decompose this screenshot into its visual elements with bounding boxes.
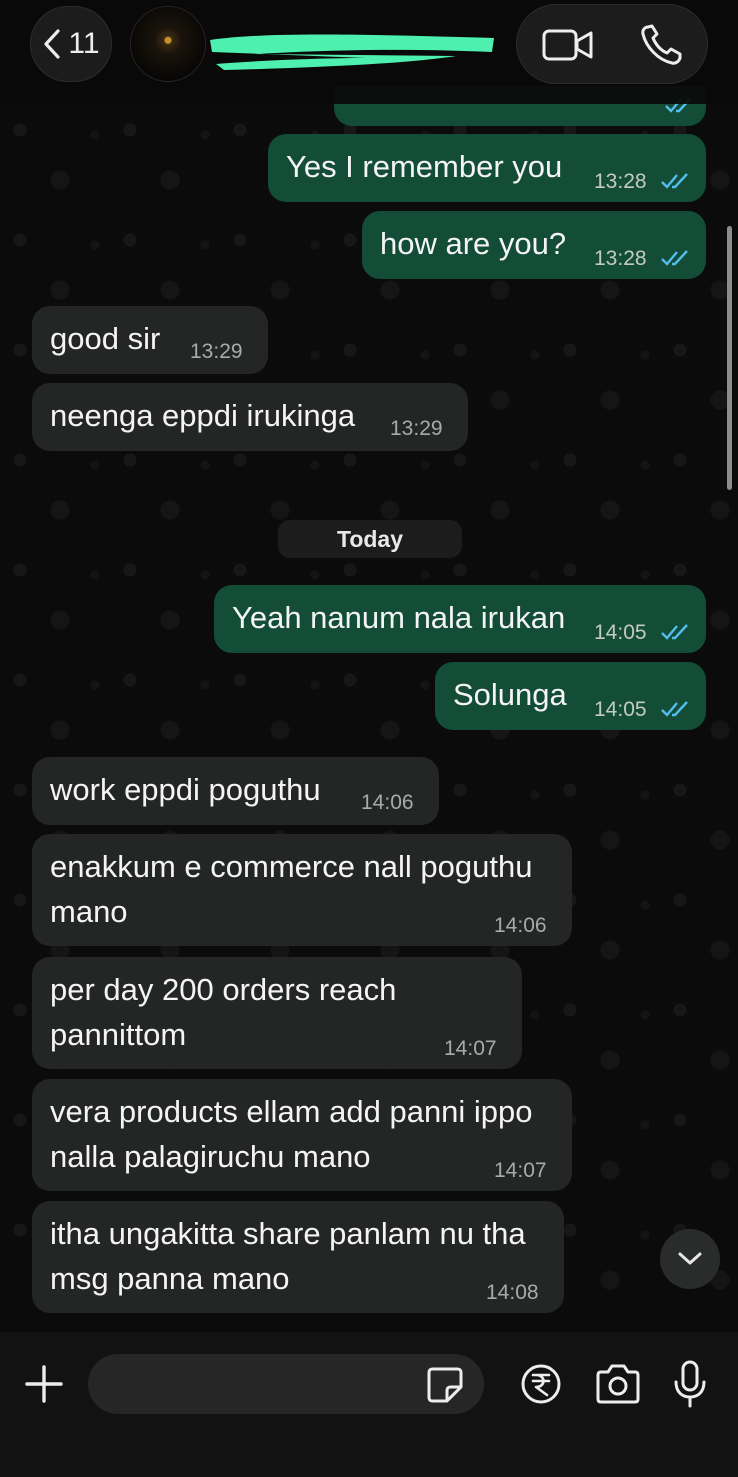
message-time: 13:29	[190, 340, 243, 363]
message-bubble-outgoing[interactable]: Solunga 14:05	[435, 662, 706, 730]
read-ticks-icon	[661, 624, 688, 640]
camera-icon[interactable]	[594, 1363, 642, 1405]
read-ticks-icon	[661, 701, 688, 717]
date-divider: Today	[278, 520, 462, 558]
message-text: how are you?	[380, 226, 567, 261]
unread-count: 11	[68, 27, 100, 60]
message-text: work eppdi poguthu	[50, 772, 321, 807]
message-bubble-outgoing[interactable]: how are you? 13:28	[362, 211, 706, 279]
message-text: Solunga	[453, 677, 567, 712]
message-time: 13:28	[594, 247, 647, 270]
message-text: Yes I remember you	[286, 149, 563, 184]
back-button[interactable]: 11	[30, 6, 112, 82]
message-time: 14:06	[361, 791, 414, 814]
message-bubble-incoming[interactable]: per day 200 orders reach pannittom 14:07	[32, 957, 522, 1069]
chevron-left-icon	[44, 29, 61, 59]
message-bubble-outgoing[interactable]: Yeah nanum nala irukan 14:05	[214, 585, 706, 653]
call-actions	[516, 4, 708, 84]
message-text: vera products ellam add panni ippo nalla…	[50, 1094, 533, 1174]
message-time: 14:06	[494, 914, 547, 937]
message-time: 14:05	[594, 698, 647, 721]
message-time: 14:07	[444, 1037, 497, 1060]
rupee-icon[interactable]	[520, 1363, 562, 1405]
message-time: 13:28	[594, 170, 647, 193]
composer-bar	[0, 1332, 738, 1477]
microphone-icon[interactable]	[672, 1360, 708, 1408]
message-time: 14:05	[594, 621, 647, 644]
message-text: good sir	[50, 321, 161, 356]
message-text: per day 200 orders reach pannittom	[50, 972, 397, 1052]
chevron-down-icon	[678, 1252, 702, 1265]
message-bubble-incoming[interactable]: work eppdi poguthu 14:06	[32, 757, 439, 825]
contact-avatar[interactable]	[130, 6, 206, 82]
phone-icon[interactable]	[639, 23, 685, 67]
message-text: itha ungakitta share panlam nu tha msg p…	[50, 1216, 526, 1296]
scroll-to-bottom-button[interactable]	[660, 1229, 720, 1289]
message-bubble-incoming[interactable]: vera products ellam add panni ippo nalla…	[32, 1079, 572, 1191]
read-ticks-icon	[661, 173, 688, 189]
message-bubble-incoming[interactable]: enakkum e commerce nall poguthu mano 14:…	[32, 834, 572, 946]
message-bubble-incoming[interactable]: good sir 13:29	[32, 306, 268, 374]
sticker-icon[interactable]	[425, 1365, 465, 1405]
redacted-contact-name[interactable]	[206, 30, 496, 72]
message-bubble-incoming[interactable]: neenga eppdi irukinga 13:29	[32, 383, 468, 451]
message-text: neenga eppdi irukinga	[50, 398, 356, 433]
plus-icon[interactable]	[24, 1364, 64, 1404]
scrollbar-thumb[interactable]	[727, 226, 732, 490]
message-time: 13:29	[390, 417, 443, 440]
chat-header: 11	[0, 0, 738, 104]
message-bubble-incoming[interactable]: itha ungakitta share panlam nu tha msg p…	[32, 1201, 564, 1313]
read-ticks-icon	[661, 250, 688, 266]
message-text: enakkum e commerce nall poguthu mano	[50, 849, 533, 929]
video-camera-icon[interactable]	[541, 25, 595, 65]
message-time: 14:08	[486, 1281, 539, 1304]
message-text: Yeah nanum nala irukan	[232, 600, 566, 635]
message-bubble-outgoing[interactable]: Yes I remember you 13:28	[268, 134, 706, 202]
message-time: 14:07	[494, 1159, 547, 1182]
